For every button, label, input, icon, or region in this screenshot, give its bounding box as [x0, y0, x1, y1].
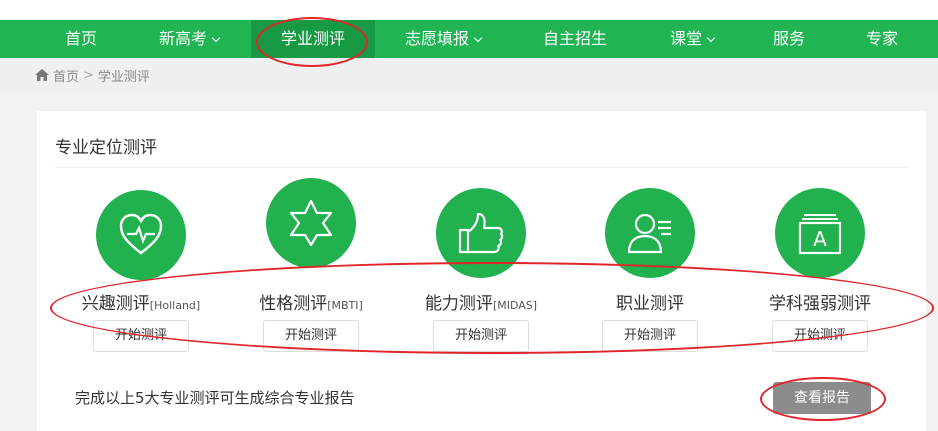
test-career: 职业测评 开始测评	[565, 188, 735, 352]
test-icon-circle[interactable]: A	[775, 188, 865, 278]
test-icon-circle[interactable]	[436, 188, 526, 278]
nav-label: 学业测评	[280, 29, 345, 48]
test-name: 性格测评[MBTI]	[259, 294, 363, 314]
breadcrumb-current: 学业测评	[97, 69, 150, 85]
start-test-button[interactable]: 开始测评	[93, 320, 189, 352]
nav-label: 自主招生	[542, 29, 607, 48]
nav-item-home[interactable]: 首页	[48, 20, 114, 58]
chevron-down-icon	[473, 33, 483, 43]
nav-label: 课堂	[669, 29, 702, 48]
card-title: 专业定位测评	[55, 138, 157, 158]
nav-item-new-gaokao[interactable]: 新高考	[142, 20, 236, 58]
start-test-button[interactable]: 开始测评	[263, 320, 359, 352]
test-subject-strength: A 学科强弱测评 开始测评	[735, 188, 905, 352]
breadcrumb: 首页 > 学业测评	[0, 58, 938, 92]
nav-label: 专家	[865, 29, 898, 48]
report-hint-text: 完成以上5大专业测评可生成综合专业报告	[75, 389, 355, 407]
nav-item-volunteer[interactable]: 志愿填报	[390, 20, 496, 58]
thumbs-up-icon	[458, 212, 504, 254]
home-icon	[35, 69, 49, 81]
person-card-icon	[627, 213, 671, 254]
start-test-button[interactable]: 开始测评	[433, 320, 529, 352]
test-name: 学科强弱测评	[769, 294, 871, 314]
test-interest: 兴趣测评[Holland] 开始测评	[56, 190, 226, 352]
nav-label: 志愿填报	[404, 29, 469, 48]
stacked-pages-icon: A	[798, 214, 842, 255]
breadcrumb-separator: >	[83, 67, 94, 83]
nav-item-independent-admission[interactable]: 自主招生	[530, 20, 620, 58]
nav-item-academic-test[interactable]: 学业测评	[251, 20, 375, 58]
chevron-down-icon	[211, 33, 221, 43]
nav-item-classroom[interactable]: 课堂	[655, 20, 729, 58]
nav-label: 服务	[772, 29, 805, 48]
test-icon-circle[interactable]	[266, 178, 356, 268]
start-test-button[interactable]: 开始测评	[602, 320, 698, 352]
nav-item-service[interactable]: 服务	[760, 20, 818, 58]
assessment-card: 专业定位测评 兴趣测评[Holland] 开始测评 性格测评[MBTI] 开始测…	[37, 111, 926, 431]
main-nav: 首页 新高考 学业测评 志愿填报 自主招生 课堂 服务 专家	[0, 20, 938, 58]
test-name: 兴趣测评[Holland]	[81, 294, 201, 314]
test-personality: 性格测评[MBTI] 开始测评	[226, 178, 396, 352]
breadcrumb-home-link[interactable]: 首页	[53, 66, 79, 85]
test-name: 职业测评	[616, 294, 684, 314]
nav-item-experts[interactable]: 专家	[852, 20, 912, 58]
test-ability: 能力测评[MIDAS] 开始测评	[396, 188, 566, 352]
test-icon-circle[interactable]	[96, 190, 186, 280]
view-report-button[interactable]: 查看报告	[773, 382, 871, 414]
divider	[55, 167, 908, 168]
svg-text:A: A	[813, 227, 827, 251]
start-test-button[interactable]: 开始测评	[772, 320, 868, 352]
nav-label: 新高考	[158, 29, 207, 48]
star-of-david-icon	[289, 199, 333, 247]
nav-label: 首页	[64, 29, 97, 48]
chevron-down-icon	[706, 33, 716, 43]
test-icon-circle[interactable]	[605, 188, 695, 278]
heart-pulse-icon	[119, 213, 163, 255]
top-gap	[0, 0, 938, 20]
test-name: 能力测评[MIDAS]	[424, 294, 538, 314]
